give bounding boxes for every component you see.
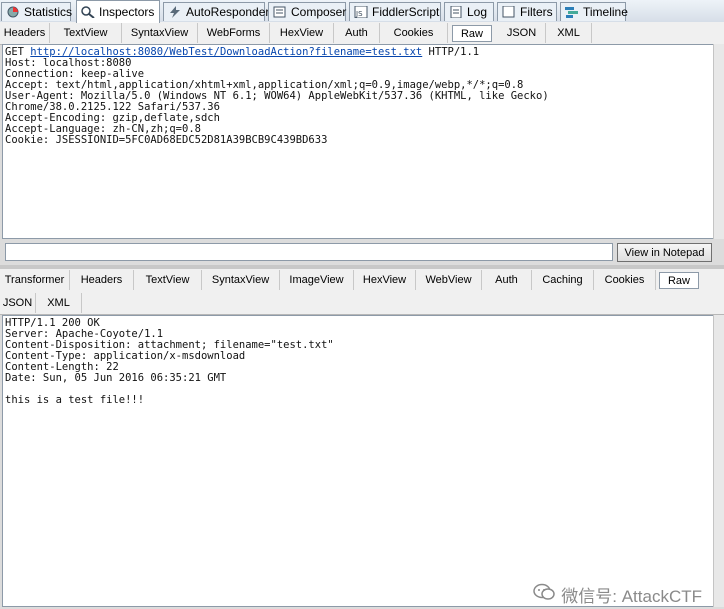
tab-timeline[interactable]: Timeline xyxy=(560,2,628,21)
response-tab-bar: Transformer Headers TextView SyntaxView … xyxy=(0,269,724,292)
request-scrollbar[interactable] xyxy=(713,44,724,239)
watermark-text: 微信号: AttackCTF xyxy=(561,587,702,606)
response-scrollbar[interactable] xyxy=(713,315,724,607)
request-tab-auth[interactable]: Auth xyxy=(334,23,380,43)
wechat-icon xyxy=(533,583,556,606)
response-tab-hexview[interactable]: HexView xyxy=(354,270,416,290)
response-tab-syntaxview[interactable]: SyntaxView xyxy=(202,270,280,290)
response-tab-headers[interactable]: Headers xyxy=(70,270,134,290)
response-tab-xml[interactable]: XML xyxy=(36,293,82,313)
request-protocol: HTTP/1.1 xyxy=(422,46,480,58)
request-tab-syntaxview[interactable]: SyntaxView xyxy=(122,23,198,43)
response-raw-text[interactable]: HTTP/1.1 200 OK Server: Apache-Coyote/1.… xyxy=(2,315,714,607)
timeline-icon xyxy=(565,6,579,18)
tab-fiddlerscript[interactable]: JS FiddlerScript xyxy=(349,2,441,21)
tab-label: Timeline xyxy=(583,5,628,19)
response-tab-imageview[interactable]: ImageView xyxy=(280,270,354,290)
response-tab-json[interactable]: JSON xyxy=(0,293,36,313)
log-icon xyxy=(449,6,463,18)
request-tab-xml[interactable]: XML xyxy=(546,23,592,43)
view-in-notepad-button[interactable]: View in Notepad xyxy=(617,243,712,262)
request-tab-json[interactable]: JSON xyxy=(498,23,546,43)
request-tab-bar: Headers TextView SyntaxView WebForms Hex… xyxy=(0,22,724,45)
tab-label: Inspectors xyxy=(99,5,155,19)
tab-filters[interactable]: Filters xyxy=(497,2,557,21)
request-tab-webforms[interactable]: WebForms xyxy=(198,23,270,43)
request-tab-hexview[interactable]: HexView xyxy=(270,23,334,43)
response-tab-caching[interactable]: Caching xyxy=(532,270,594,290)
request-tab-headers[interactable]: Headers xyxy=(0,23,50,43)
lightning-icon xyxy=(168,6,182,18)
tab-label: FiddlerScript xyxy=(372,5,440,19)
request-raw-text[interactable]: GET http://localhost:8080/WebTest/Downlo… xyxy=(2,44,714,239)
svg-text:JS: JS xyxy=(355,10,363,18)
response-tab-bar-row2: JSON XML xyxy=(0,292,724,315)
statistics-icon xyxy=(6,6,20,18)
request-tab-cookies[interactable]: Cookies xyxy=(380,23,448,43)
request-tab-textview[interactable]: TextView xyxy=(50,23,122,43)
tab-label: Filters xyxy=(520,5,553,19)
response-tab-webview[interactable]: WebView xyxy=(416,270,482,290)
response-tab-textview[interactable]: TextView xyxy=(134,270,202,290)
request-headers: Host: localhost:8080 Connection: keep-al… xyxy=(5,57,549,146)
notepad-row: View in Notepad xyxy=(0,241,724,265)
response-tab-transformer[interactable]: Transformer xyxy=(0,270,70,290)
top-tab-bar: Statistics Inspectors AutoResponder Comp… xyxy=(0,0,724,23)
tab-label: Log xyxy=(467,5,488,19)
tab-composer[interactable]: Composer xyxy=(268,2,346,21)
tab-inspectors[interactable]: Inspectors xyxy=(76,0,160,23)
inspectors-icon xyxy=(81,6,95,18)
composer-icon xyxy=(273,6,287,18)
filters-checkbox-icon xyxy=(502,6,516,18)
tab-label: Statistics xyxy=(24,5,73,19)
response-tab-auth[interactable]: Auth xyxy=(482,270,532,290)
js-script-icon: JS xyxy=(354,6,368,18)
response-tab-raw[interactable]: Raw xyxy=(659,272,699,289)
tab-label: AutoResponder xyxy=(186,5,270,19)
request-tab-raw[interactable]: Raw xyxy=(452,25,492,42)
tab-log[interactable]: Log xyxy=(444,2,494,21)
tab-label: Composer xyxy=(291,5,347,19)
tab-autoresponder[interactable]: AutoResponder xyxy=(163,2,269,21)
tab-statistics[interactable]: Statistics xyxy=(1,2,73,21)
find-input[interactable] xyxy=(5,243,613,261)
watermark: 微信号: AttackCTF xyxy=(533,582,702,607)
response-tab-cookies[interactable]: Cookies xyxy=(594,270,656,290)
